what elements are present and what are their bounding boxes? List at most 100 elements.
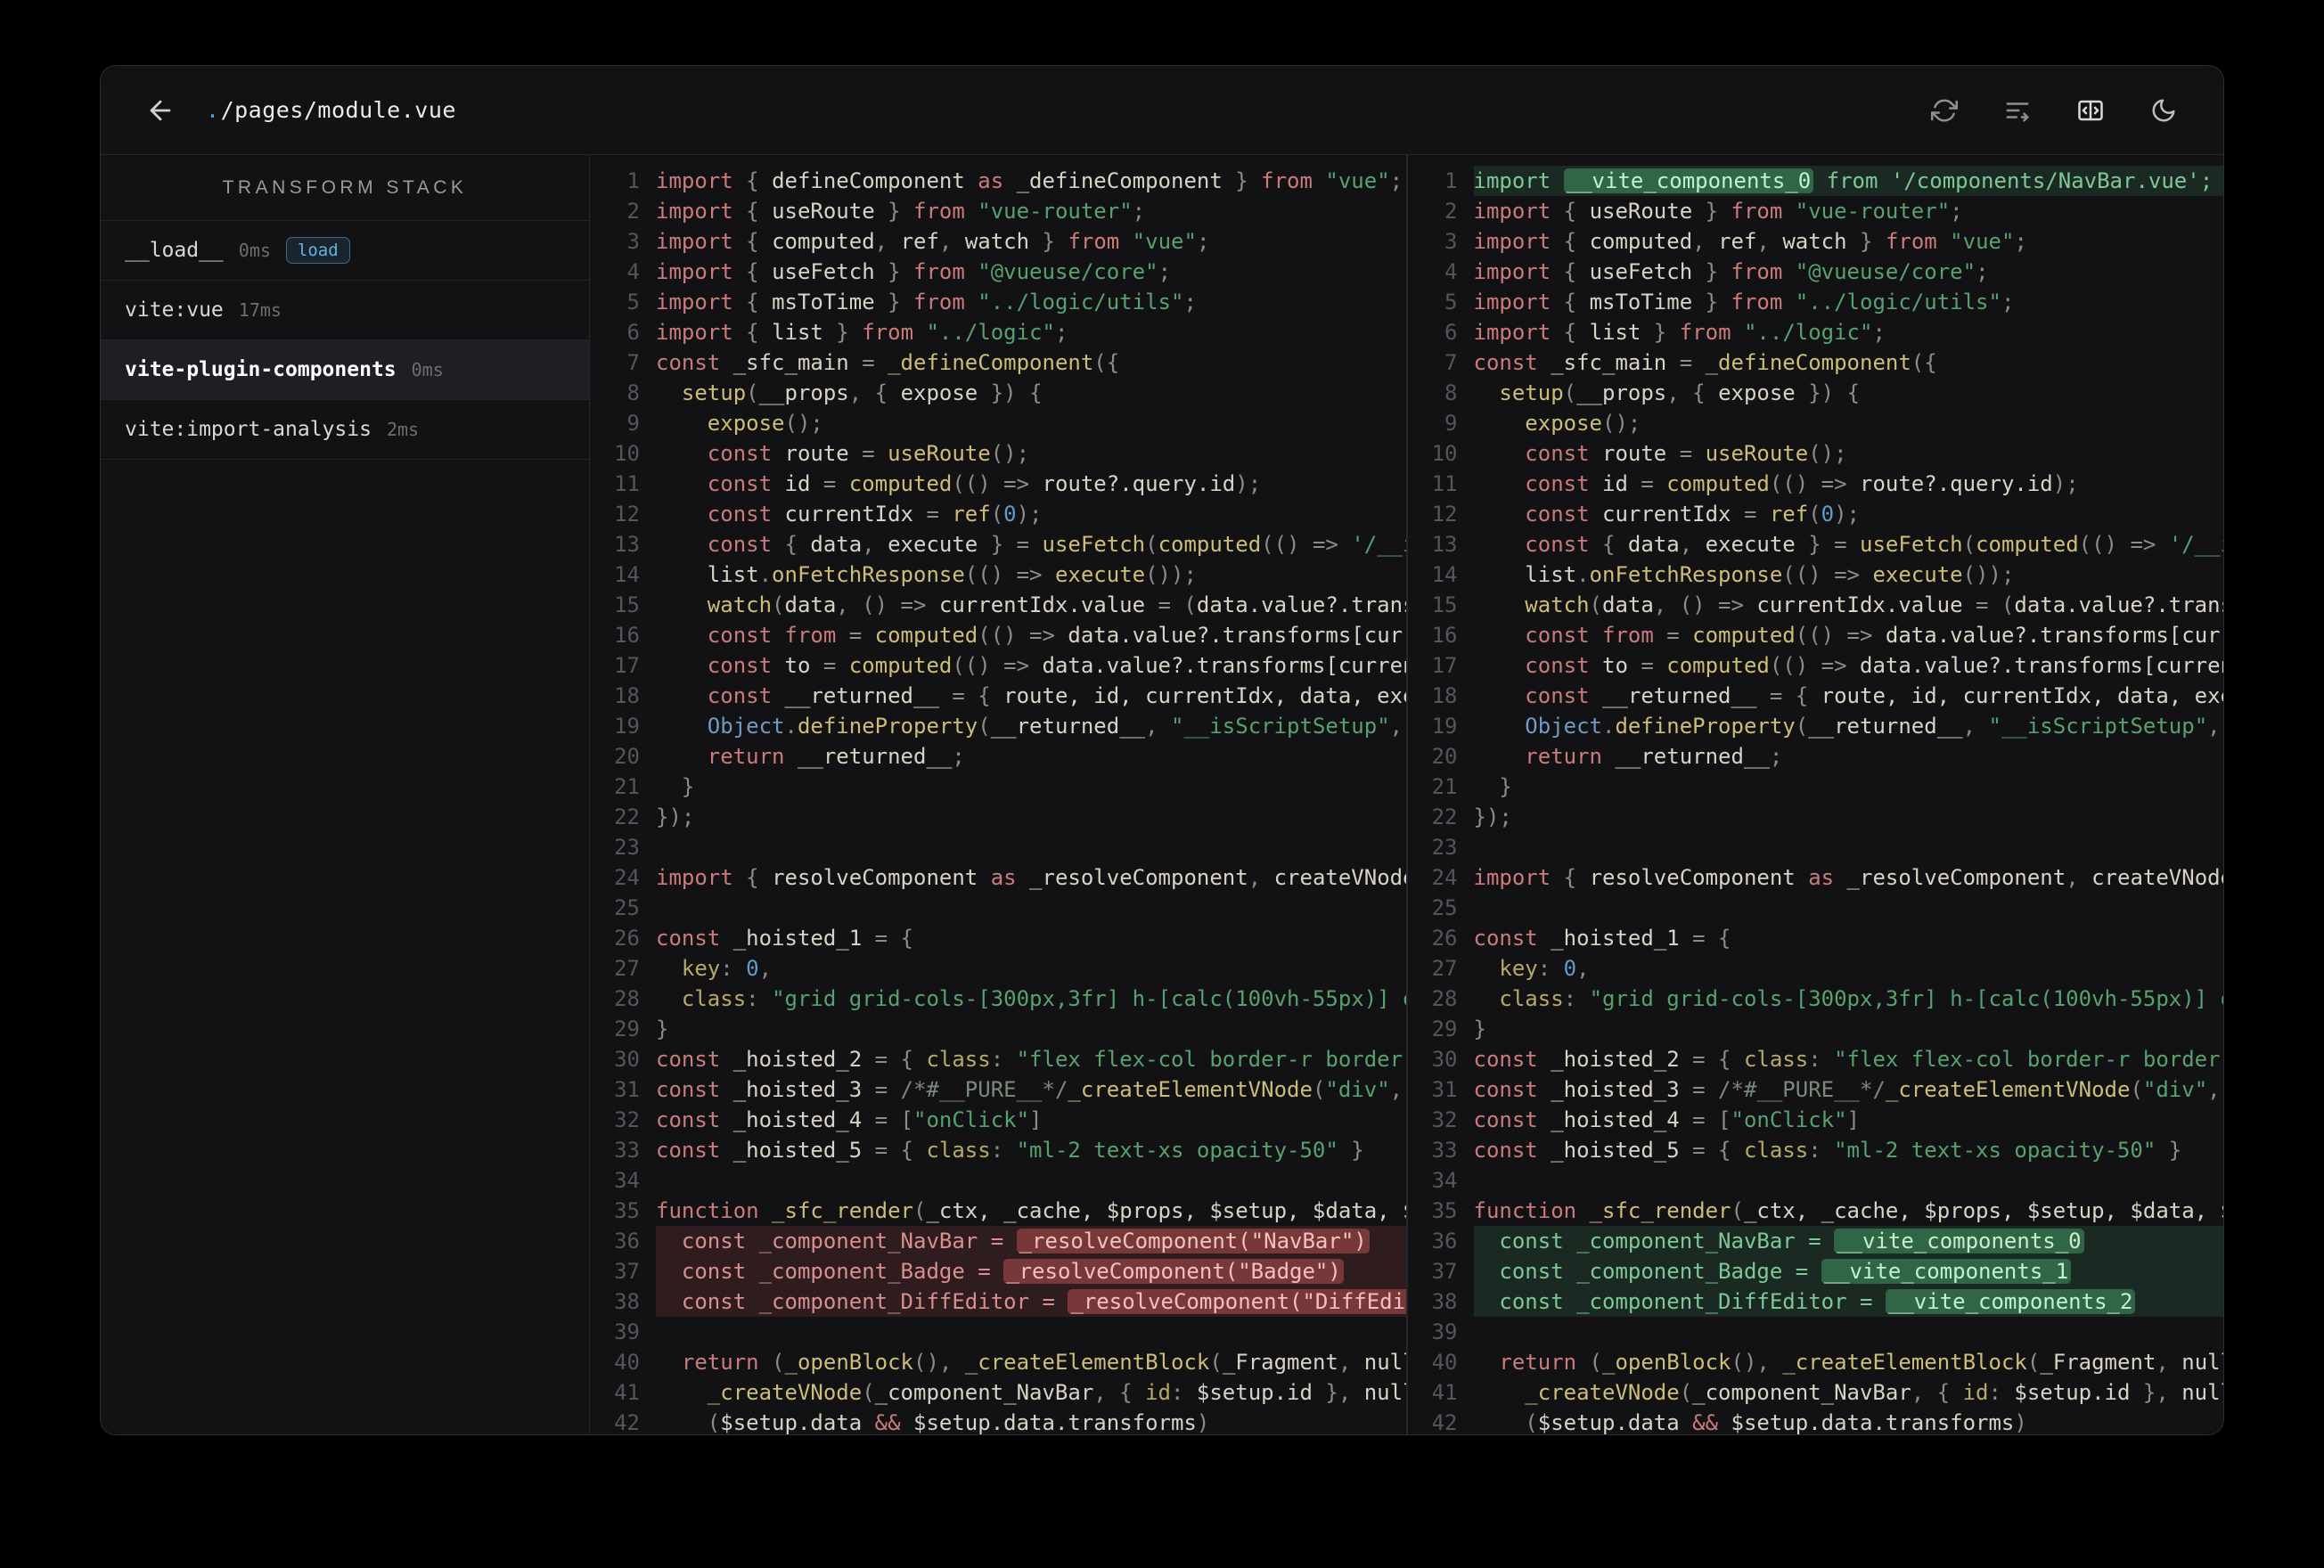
transform-stack-item-vite-import-analysis[interactable]: vite:import-analysis 2ms xyxy=(101,400,589,460)
line-number: 32 xyxy=(614,1107,640,1132)
moon-icon xyxy=(2152,99,2175,121)
code-line-39: 39 xyxy=(1408,1317,2224,1347)
plugin-duration: 0ms xyxy=(238,240,271,261)
code-line-41: 41 _createVNode(_component_NavBar, { id:… xyxy=(590,1377,1405,1408)
code-pane-after[interactable]: 1 import __vite_components_0 from '/compo… xyxy=(1405,155,2224,1434)
code-line-1: 1 import __vite_components_0 from '/compo… xyxy=(1408,166,2223,196)
line-number: 24 xyxy=(614,865,640,890)
code-line-22: 22}); xyxy=(590,802,1406,832)
code-text: setup(__props, { expose }) { xyxy=(681,380,1043,405)
code-text: const _component_DiffEditor = _resolveCo… xyxy=(656,1286,1406,1317)
code-text: import { useFetch } from "@vueuse/core"; xyxy=(656,259,1172,284)
code-line-35: 35 function _sfc_render(_ctx, _cache, $pr… xyxy=(590,1196,1405,1226)
line-number: 36 xyxy=(614,1229,640,1254)
titlebar: ./pages/module.vue xyxy=(101,66,2223,155)
code-line-7: 7 const _sfc_main = _defineComponent({ xyxy=(590,347,1406,378)
line-number: 12 xyxy=(1431,502,1458,527)
code-line-33: 33 const _hoisted_5 = { class: "ml-2 text… xyxy=(590,1135,1406,1165)
split-diff-button[interactable] xyxy=(2070,90,2111,131)
line-number: 37 xyxy=(1431,1259,1458,1284)
code-line-28: 28 class: "grid grid-cols-[300px,3fr] h-… xyxy=(590,984,1405,1014)
code-line-29: 29} xyxy=(590,1014,1406,1044)
code-line-38: 38 const _component_DiffEditor = _resolv… xyxy=(590,1286,1406,1317)
code-line-36: 36 const _component_NavBar = _resolveCom… xyxy=(590,1226,1406,1256)
code-text: import { computed, ref, watch } from "vu… xyxy=(656,229,1210,254)
code-text: import { msToTime } from "../logic/utils… xyxy=(1473,290,2015,314)
line-number: 25 xyxy=(1431,895,1458,920)
transform-stack-item-vite-vue[interactable]: vite:vue 17ms xyxy=(101,281,589,340)
code-text: const _hoisted_3 = /*#__PURE__*/_createE… xyxy=(656,1077,1403,1102)
refresh-icon xyxy=(1931,99,1958,121)
line-number: 14 xyxy=(614,562,640,587)
transform-stack-item-vite-plugin-components[interactable]: vite-plugin-components 0ms xyxy=(101,340,589,400)
code-text: const __returned__ = { route, id, curren… xyxy=(1525,683,2223,708)
transform-stack-title: TRANSFORM STACK xyxy=(101,155,589,221)
line-number: 4 xyxy=(1444,259,1458,284)
code-line-10: 10 const route = useRoute(); xyxy=(590,438,1406,469)
code-text: const { data, execute } = useFetch(compu… xyxy=(707,532,1406,557)
line-number: 31 xyxy=(614,1077,640,1102)
code-line-41: 41 _createVNode(_component_NavBar, { id:… xyxy=(1408,1377,2223,1408)
code-text: import { resolveComponent as _resolveCom… xyxy=(1473,865,2224,890)
code-line-6: 6 import { list } from "../logic"; xyxy=(590,317,1406,347)
code-text: _createVNode(_component_NavBar, { id: $s… xyxy=(1525,1380,2223,1405)
transform-stack-panel: TRANSFORM STACK __load__ 0ms load vite:vue 1… xyxy=(101,155,590,1434)
code-text: const from = computed(() => data.value?.… xyxy=(1525,623,2223,648)
line-number: 10 xyxy=(1431,441,1458,466)
code-text: const _hoisted_3 = /*#__PURE__*/_createE… xyxy=(1473,1077,2221,1102)
line-number: 17 xyxy=(614,653,640,678)
code-text: const route = useRoute(); xyxy=(1525,441,1847,466)
code-text: return __returned__; xyxy=(707,744,965,769)
line-number: 21 xyxy=(614,774,640,799)
code-line-4: 4 import { useFetch } from "@vueuse/core"… xyxy=(1408,257,2224,287)
line-number: 15 xyxy=(1431,592,1458,617)
line-number: 28 xyxy=(614,986,640,1011)
code-text: import { computed, ref, watch } from "vu… xyxy=(1473,229,2027,254)
code-text: ($setup.data && $setup.data.transforms) xyxy=(707,1410,1210,1434)
code-line-11: 11 const id = computed(() => route?.quer… xyxy=(590,469,1406,499)
back-button[interactable] xyxy=(140,90,181,131)
code-line-8: 8 setup(__props, { expose }) { xyxy=(1408,378,2224,408)
code-text: const _sfc_main = _defineComponent({ xyxy=(656,350,1120,375)
wrap-lines-button[interactable] xyxy=(1997,90,2038,131)
line-number: 6 xyxy=(626,320,640,345)
line-number: 25 xyxy=(614,895,640,920)
refresh-button[interactable] xyxy=(1924,90,1965,131)
line-number: 41 xyxy=(614,1380,640,1405)
code-text: const to = computed(() => data.value?.tr… xyxy=(707,653,1406,678)
code-line-36: 36 const _component_NavBar = __vite_comp… xyxy=(1408,1226,2223,1256)
line-number: 39 xyxy=(614,1319,640,1344)
code-line-27: 27 key: 0, xyxy=(1408,953,2224,984)
theme-toggle-button[interactable] xyxy=(2143,90,2184,131)
code-text: }); xyxy=(656,804,695,829)
code-text: const id = computed(() => route?.query.i… xyxy=(707,471,1262,496)
code-text: }); xyxy=(1473,804,1512,829)
line-number: 16 xyxy=(1431,623,1458,648)
line-number: 19 xyxy=(614,714,640,739)
line-number: 33 xyxy=(1431,1138,1458,1163)
line-number: 24 xyxy=(1431,865,1458,890)
code-text: const _component_Badge = _resolveCompone… xyxy=(656,1256,1406,1286)
code-text: function _sfc_render(_ctx, _cache, $prop… xyxy=(1473,1198,2224,1223)
code-line-19: 19 Object.defineProperty(__returned__, "… xyxy=(1408,711,2224,741)
line-number: 42 xyxy=(614,1410,640,1434)
code-text: import __vite_components_0 from '/compon… xyxy=(1473,166,2223,196)
code-pane-before[interactable]: 1 import { defineComponent as _defineComp… xyxy=(590,155,1406,1434)
code-line-3: 3 import { computed, ref, watch } from "v… xyxy=(1408,226,2224,257)
line-number: 23 xyxy=(614,835,640,860)
code-line-12: 12 const currentIdx = ref(0); xyxy=(590,499,1406,529)
code-text: import { list } from "../logic"; xyxy=(1473,320,1886,345)
transform-stack-item-load[interactable]: __load__ 0ms load xyxy=(101,221,589,281)
inspect-app-window: ./pages/module.vue TRANSFORM STACK __loa… xyxy=(100,65,2224,1435)
diff-panes: 1 import { defineComponent as _defineComp… xyxy=(590,155,2223,1434)
title-root-dot: . xyxy=(206,97,220,123)
line-number: 1 xyxy=(626,168,640,193)
code-text: const _component_NavBar = _resolveCompon… xyxy=(656,1226,1406,1256)
plugin-duration: 0ms xyxy=(411,359,444,380)
line-number: 37 xyxy=(614,1259,640,1284)
code-text: const from = computed(() => data.value?.… xyxy=(707,623,1406,648)
code-line-42: 42 ($setup.data && $setup.data.transform… xyxy=(1408,1408,2224,1434)
desktop: { "header": { "title_prefix": ".", "titl… xyxy=(0,0,2324,1568)
